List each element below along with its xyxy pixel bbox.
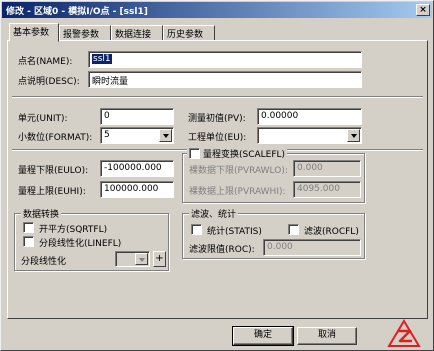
pvrawhi-input[interactable]: 4095.000 — [293, 181, 361, 198]
scale-group: 量程变换(SCALEFL) 裸数据下限(PVRAWLO): 0.000 裸数据上… — [182, 147, 365, 203]
statis-checkbox[interactable] — [191, 224, 202, 235]
chevron-down-icon[interactable] — [347, 129, 360, 142]
window-title: 修改 - 区域0 - 模拟I/O点 - [ssl1] — [6, 7, 148, 17]
pvrawlo-label: 裸数据下限(PVRAWLO): — [189, 166, 288, 176]
name-value: ssl1 — [92, 54, 112, 64]
unit-input[interactable]: 0 — [100, 108, 174, 125]
convert-group: 数据转换 开平方(SQRTFL) 分段线性化(LINEFL) 分段线性化 + — [14, 207, 169, 271]
dialog-window: 修改 - 区域0 - 模拟I/O点 - [ssl1] × 基本参数 报警参数 数… — [0, 0, 434, 351]
chevron-down-icon[interactable] — [159, 129, 172, 142]
pv-label: 测量初值(PV): — [188, 114, 246, 124]
sqrtfl-checkbox[interactable] — [23, 222, 34, 233]
logo-watermark-icon — [387, 319, 421, 347]
eu-label: 工程单位(EU): — [188, 133, 247, 143]
eu-select[interactable] — [257, 127, 362, 144]
eulo-label: 量程下限(EULO): — [18, 166, 89, 176]
name-input[interactable]: ssl1 — [88, 51, 362, 68]
roc-label: 滤波限值(ROC): — [189, 245, 255, 255]
close-button[interactable]: × — [416, 4, 430, 16]
euhi-input[interactable]: 100000.000 — [100, 181, 174, 198]
eulo-input[interactable]: -100000.000 — [100, 160, 174, 177]
piecewise-label: 分段线性化 — [21, 257, 67, 267]
sqrtfl-label: 开平方(SQRTFL) — [39, 225, 108, 235]
tab-basic[interactable]: 基本参数 — [9, 23, 59, 42]
filter-group: 滤波、统计 统计(STATIS) 滤波(ROCFL) 滤波限值(ROC): 0.… — [182, 207, 365, 259]
cancel-button[interactable]: 取消 — [297, 327, 357, 345]
title-bar[interactable]: 修改 - 区域0 - 模拟I/O点 - [ssl1] × — [2, 2, 432, 18]
rocfl-label: 滤波(ROCFL) — [304, 227, 359, 237]
format-select[interactable]: 5 — [100, 127, 174, 144]
linefl-checkbox[interactable] — [23, 236, 34, 247]
pvrawhi-label: 裸数据上限(PVRAWHI): — [189, 187, 286, 197]
rocfl-checkbox[interactable] — [288, 224, 299, 235]
tab-history[interactable]: 历史参数 — [163, 25, 215, 41]
scale-group-title: 量程变换(SCALEFL) — [187, 147, 288, 160]
separator — [12, 96, 423, 98]
statis-label: 统计(STATIS) — [207, 227, 262, 237]
linefl-label: 分段线性化(LINEFL) — [39, 239, 122, 249]
add-segment-button[interactable]: + — [153, 251, 166, 267]
scalefl-label: 量程变换(SCALEFL) — [203, 150, 286, 160]
filter-group-title: 滤波、统计 — [189, 207, 239, 220]
chevron-down-icon[interactable] — [135, 253, 148, 265]
tab-data-link[interactable]: 数据连接 — [111, 25, 163, 41]
format-value: 5 — [104, 130, 110, 140]
piecewise-select[interactable] — [115, 251, 150, 267]
roc-input[interactable]: 0.000 — [263, 239, 361, 256]
pvrawlo-input[interactable]: 0.000 — [293, 160, 361, 177]
unit-label: 单元(UNIT): — [18, 114, 68, 124]
convert-group-title: 数据转换 — [21, 207, 62, 220]
format-label: 小数位(FORMAT): — [18, 133, 93, 143]
desc-input[interactable]: 瞬时流量 — [88, 71, 362, 88]
ok-button[interactable]: 确定 — [232, 326, 294, 346]
pv-input[interactable]: 0.00000 — [257, 108, 362, 125]
scalefl-checkbox[interactable] — [189, 148, 200, 159]
tab-panel-basic: 点名(NAME): ssl1 点说明(DESC): 瞬时流量 单元(UNIT):… — [7, 40, 428, 319]
name-label: 点名(NAME): — [18, 57, 73, 67]
euhi-label: 量程上限(EUHI): — [18, 187, 86, 197]
desc-label: 点说明(DESC): — [18, 77, 80, 87]
tab-alarm[interactable]: 报警参数 — [59, 25, 111, 41]
